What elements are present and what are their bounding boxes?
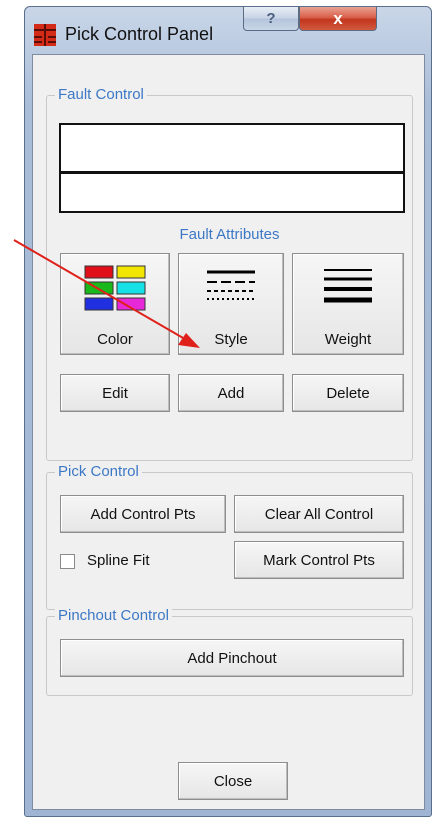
style-button-label: Style — [214, 331, 248, 348]
spline-fit-checkbox[interactable] — [60, 554, 75, 569]
delete-button[interactable]: Delete — [292, 374, 404, 412]
window-title: Pick Control Panel — [65, 24, 214, 44]
weight-button[interactable]: Weight — [292, 253, 404, 355]
edit-button[interactable]: Edit — [60, 374, 170, 412]
color-swatch — [116, 297, 146, 311]
window-close-button[interactable]: x — [299, 7, 377, 31]
title-bar[interactable]: Pick Control Panel ? x — [25, 7, 431, 51]
color-swatch — [84, 297, 114, 311]
line-weight-icon — [318, 264, 378, 312]
color-swatch — [116, 265, 146, 279]
add-button[interactable]: Add — [178, 374, 284, 412]
app-icon — [34, 24, 56, 46]
add-pinchout-button[interactable]: Add Pinchout — [60, 639, 404, 677]
pinchout-control-group: Pinchout Control Add Pinchout — [46, 607, 413, 696]
color-swatch — [116, 281, 146, 295]
color-swatch — [84, 281, 114, 295]
color-palette-icon — [83, 264, 147, 316]
help-button[interactable]: ? — [243, 7, 299, 31]
panel-client-area: Fault Control Fault Attributes Color Sty… — [32, 54, 425, 810]
line-style-icon — [201, 264, 261, 312]
fault-attributes-label: Fault Attributes — [179, 226, 280, 243]
add-control-pts-button[interactable]: Add Control Pts — [60, 495, 226, 533]
clear-all-control-button[interactable]: Clear All Control — [234, 495, 404, 533]
mark-control-pts-button[interactable]: Mark Control Pts — [234, 541, 404, 579]
style-button[interactable]: Style — [178, 253, 284, 355]
color-button[interactable]: Color — [60, 253, 170, 355]
fault-control-legend: Fault Control — [55, 86, 147, 103]
fault-control-group: Fault Control Fault Attributes Color Sty… — [46, 86, 413, 461]
pick-control-legend: Pick Control — [55, 463, 142, 480]
pick-control-panel-window: Pick Control Panel ? x Fault Control Fau… — [24, 6, 432, 817]
color-swatch — [84, 265, 114, 279]
close-button[interactable]: Close — [178, 762, 288, 800]
fault-list-box[interactable] — [59, 123, 405, 213]
pinchout-control-legend: Pinchout Control — [55, 607, 172, 624]
spline-fit-label[interactable]: Spline Fit — [87, 552, 150, 569]
weight-button-label: Weight — [324, 331, 372, 348]
fault-line-preview — [61, 171, 403, 174]
close-icon: x — [333, 8, 343, 28]
pick-control-group: Pick Control Add Control Pts Clear All C… — [46, 463, 413, 610]
color-button-label: Color — [97, 331, 133, 348]
